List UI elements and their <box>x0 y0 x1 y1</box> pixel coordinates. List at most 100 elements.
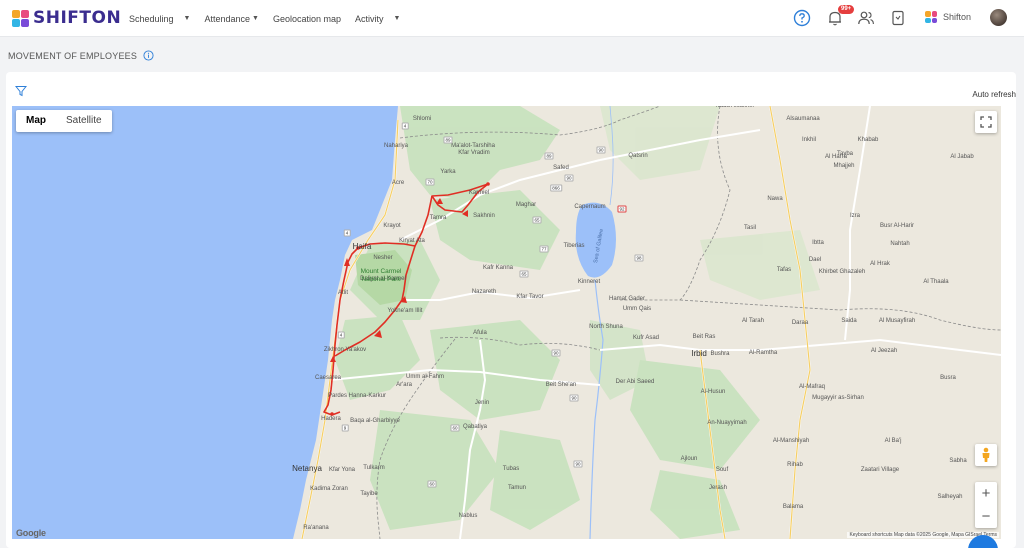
satellite-tab[interactable]: Satellite <box>56 110 112 132</box>
place-label: Tasil <box>743 225 757 231</box>
caret-down-icon: ▼ <box>252 15 259 22</box>
route-shield: 4 <box>337 331 345 339</box>
place-label: Atlit <box>337 290 349 296</box>
place-label: Beit She'an <box>545 382 577 388</box>
place-label: Tulkarm <box>363 465 385 471</box>
place-label: Zaatari Village <box>860 467 900 473</box>
top-navigation-bar: SHIFTON Scheduling ▼ Attendance ▼ Geoloc… <box>0 0 1024 37</box>
help-icon[interactable] <box>793 9 811 27</box>
route-shield: 60 <box>450 424 460 432</box>
fullscreen-button[interactable] <box>975 111 997 133</box>
place-label: Yokne'am Illit <box>387 308 423 314</box>
place-label: Kadima Zoran <box>310 486 348 492</box>
place-label: Acre <box>391 180 405 186</box>
park-label: Mount Carmel National Park <box>360 268 402 283</box>
route-shield: 89 <box>443 136 453 144</box>
route-shield: 90 <box>551 349 561 357</box>
logo-mark-icon <box>12 9 29 27</box>
place-label: Nahtah <box>890 241 910 247</box>
place-label: Shlomi <box>412 116 432 122</box>
place-label: Kfar Yona <box>328 467 356 473</box>
place-label: Nada Alsakher <box>715 106 755 109</box>
geolocation-map[interactable]: Shlomi Nahariya Ma'alot-Tarshiha Kfar Vradi… <box>12 106 1001 539</box>
place-label: Tayba <box>836 151 854 157</box>
document-icon[interactable] <box>889 9 907 27</box>
route-shield: 90 <box>569 394 579 402</box>
nav-geolocation-map[interactable]: Geolocation map <box>273 14 341 24</box>
place-label: Netanya <box>292 464 322 473</box>
place-label: Al Jeezah <box>870 348 898 354</box>
nav-attendance[interactable]: Attendance ▼ <box>204 14 258 24</box>
place-label: Al-Mafraq <box>798 384 826 390</box>
company-logo-icon <box>925 11 937 23</box>
info-icon[interactable] <box>143 50 154 61</box>
page-title-text: MOVEMENT OF EMPLOYEES <box>8 50 138 61</box>
place-label: Kfar Tavor <box>516 294 544 300</box>
place-label: Sabha <box>949 458 967 464</box>
place-label: Ma'alot-Tarshiha <box>451 143 495 149</box>
place-label: Pardes Hanna-Karkur <box>327 393 387 399</box>
place-label: Kiryat Ata <box>399 238 425 244</box>
place-label: Nablus <box>458 513 478 519</box>
place-label: Kufr Asad <box>632 335 660 341</box>
place-label: Kafr Kanna <box>482 265 514 271</box>
company-switcher[interactable]: Shifton <box>925 11 971 23</box>
google-logo: Google <box>16 528 46 538</box>
street-view-button[interactable] <box>975 444 997 466</box>
nav-attendance-label: Attendance <box>204 13 251 24</box>
place-label: Daraa <box>791 320 809 326</box>
place-label: Al Ba'j <box>884 438 902 444</box>
place-label: Baqa al-Gharbiyye <box>350 418 400 424</box>
place-label: Safed <box>553 165 569 171</box>
place-label: Izra <box>849 213 861 219</box>
place-label: Kinneret <box>577 279 601 285</box>
place-label: Sakhnin <box>473 213 495 219</box>
place-label: Caesarea <box>314 375 342 381</box>
place-label: Kfar Vradim <box>458 150 490 156</box>
zoom-out-button[interactable]: − <box>975 505 997 528</box>
place-label: Tamun <box>507 485 527 491</box>
place-label: Bushra <box>710 351 730 357</box>
place-label: Qabatiya <box>462 424 488 430</box>
map-tab[interactable]: Map <box>16 110 56 132</box>
place-label: Al Musayfirah <box>878 318 916 324</box>
place-label: Ra'anana <box>303 525 329 531</box>
place-label: Al Hrak <box>870 261 890 267</box>
place-label: Haifa <box>352 242 372 251</box>
place-label: Inkhil <box>801 137 817 143</box>
notifications-badge: 99+ <box>838 5 855 14</box>
users-icon[interactable] <box>857 9 875 27</box>
place-label: Rihab <box>787 462 803 468</box>
route-shield: 92 <box>617 205 627 213</box>
place-label: Ajloun <box>680 456 698 462</box>
place-label: Balama <box>782 504 804 510</box>
place-label: Al Tarah <box>742 318 764 324</box>
route-shield: 9 <box>341 424 349 432</box>
main-nav: Scheduling ▼ Attendance ▼ Geolocation ma… <box>129 0 414 37</box>
company-name: Shifton <box>943 12 972 22</box>
route-shield: 90 <box>564 174 574 182</box>
place-label: Jenin <box>474 400 490 406</box>
route-shield: 60 <box>427 480 437 488</box>
route-shield: 98 <box>634 254 644 262</box>
caret-down-icon: ▼ <box>183 15 191 22</box>
place-label: Karmiel <box>468 190 490 196</box>
place-label: Dael <box>808 257 822 263</box>
route-shield: 65 <box>532 216 542 224</box>
nav-activity[interactable]: Activity ▼ <box>355 14 400 24</box>
place-label: Ibtta <box>812 240 824 246</box>
route-shield: 4 <box>401 122 409 130</box>
zoom-in-button[interactable]: + <box>975 482 997 505</box>
place-label: Khirbet Ghazaleh <box>818 269 866 275</box>
nav-scheduling[interactable]: Scheduling ▼ <box>129 14 190 24</box>
user-avatar[interactable] <box>990 9 1007 26</box>
route-shield: 89 <box>544 152 554 160</box>
auto-refresh-label[interactable]: Auto refresh <box>972 90 1016 99</box>
place-label: Nawa <box>767 196 783 202</box>
place-label: Umm al-Fahm <box>405 374 445 380</box>
shifton-logo[interactable]: SHIFTON <box>12 8 121 28</box>
filter-icon[interactable] <box>15 85 27 97</box>
place-label: Busr Al-Harir <box>879 223 915 229</box>
route-shield: 65 <box>519 270 529 278</box>
place-label: Busra <box>940 375 956 381</box>
